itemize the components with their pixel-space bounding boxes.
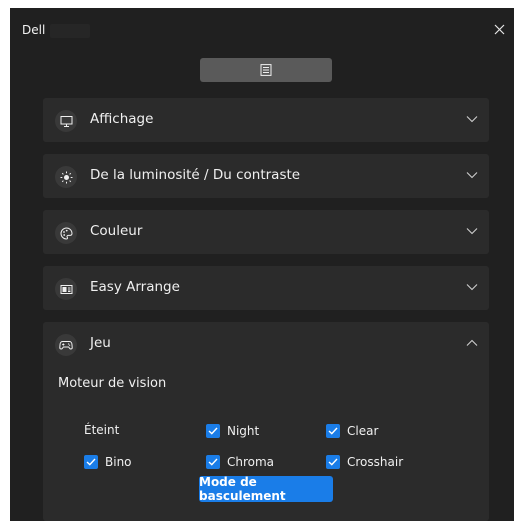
option-label: Chroma	[227, 455, 275, 469]
dell-display-manager-window: Dell Affichage De la luminosité / Du con…	[10, 8, 514, 521]
option-label: Bino	[105, 455, 132, 469]
section-luminosite-header[interactable]: De la luminosité / Du contraste	[43, 154, 489, 198]
option-label: Crosshair	[347, 455, 404, 469]
monitor-icon	[55, 110, 77, 132]
section-affichage-header[interactable]: Affichage	[43, 98, 489, 142]
option-label: Night	[227, 424, 260, 438]
section-label: Easy Arrange	[90, 279, 180, 295]
section-couleur-header[interactable]: Couleur	[43, 210, 489, 254]
section-label: Couleur	[90, 223, 143, 239]
title-bar: Dell	[10, 8, 514, 54]
option-night[interactable]: Night	[206, 422, 259, 440]
checkmark-icon	[328, 458, 338, 466]
layout-icon	[55, 278, 77, 300]
option-off[interactable]: Éteint	[84, 423, 119, 437]
checkmark-icon	[328, 427, 338, 435]
section-label: Affichage	[90, 111, 154, 127]
option-bino[interactable]: Bino	[84, 453, 132, 471]
close-button[interactable]	[488, 18, 510, 40]
section-label: De la luminosité / Du contraste	[90, 167, 301, 183]
section-affichage: Affichage	[43, 98, 489, 142]
option-chroma[interactable]: Chroma	[206, 453, 274, 471]
section-label: Jeu	[90, 335, 111, 351]
chevron-down-icon	[465, 280, 479, 294]
option-clear[interactable]: Clear	[326, 422, 378, 440]
section-easy-arrange-header[interactable]: Easy Arrange	[43, 266, 489, 310]
palette-icon	[55, 222, 77, 244]
option-label: Clear	[347, 424, 379, 438]
checkbox-chroma[interactable]	[206, 455, 220, 469]
checkmark-icon	[208, 458, 218, 466]
section-couleur: Couleur	[43, 210, 489, 254]
toggle-mode-button[interactable]: Mode de basculement	[199, 475, 333, 503]
chevron-down-icon	[465, 168, 479, 182]
checkmark-icon	[208, 427, 218, 435]
chevron-down-icon	[465, 224, 479, 238]
menu-lines-icon	[260, 64, 272, 76]
gamepad-icon	[55, 334, 77, 356]
chevron-up-icon	[465, 336, 479, 350]
checkbox-bino[interactable]	[84, 455, 98, 469]
section-easy-arrange: Easy Arrange	[43, 266, 489, 310]
section-jeu: Jeu Moteur de vision Éteint Night Clear …	[43, 322, 489, 521]
checkbox-night[interactable]	[206, 424, 220, 438]
app-name: Dell	[22, 23, 46, 37]
section-jeu-header[interactable]: Jeu	[43, 322, 489, 366]
vision-engine-title: Moteur de vision	[58, 376, 167, 391]
view-toggle-button[interactable]	[200, 58, 332, 82]
close-icon	[494, 24, 504, 34]
section-luminosite: De la luminosité / Du contraste	[43, 154, 489, 198]
brightness-icon	[55, 166, 77, 188]
option-crosshair[interactable]: Crosshair	[326, 453, 403, 471]
chevron-down-icon	[465, 112, 479, 126]
checkmark-icon	[86, 458, 96, 466]
checkbox-crosshair[interactable]	[326, 455, 340, 469]
monitor-name-placeholder	[50, 24, 90, 38]
checkbox-clear[interactable]	[326, 424, 340, 438]
